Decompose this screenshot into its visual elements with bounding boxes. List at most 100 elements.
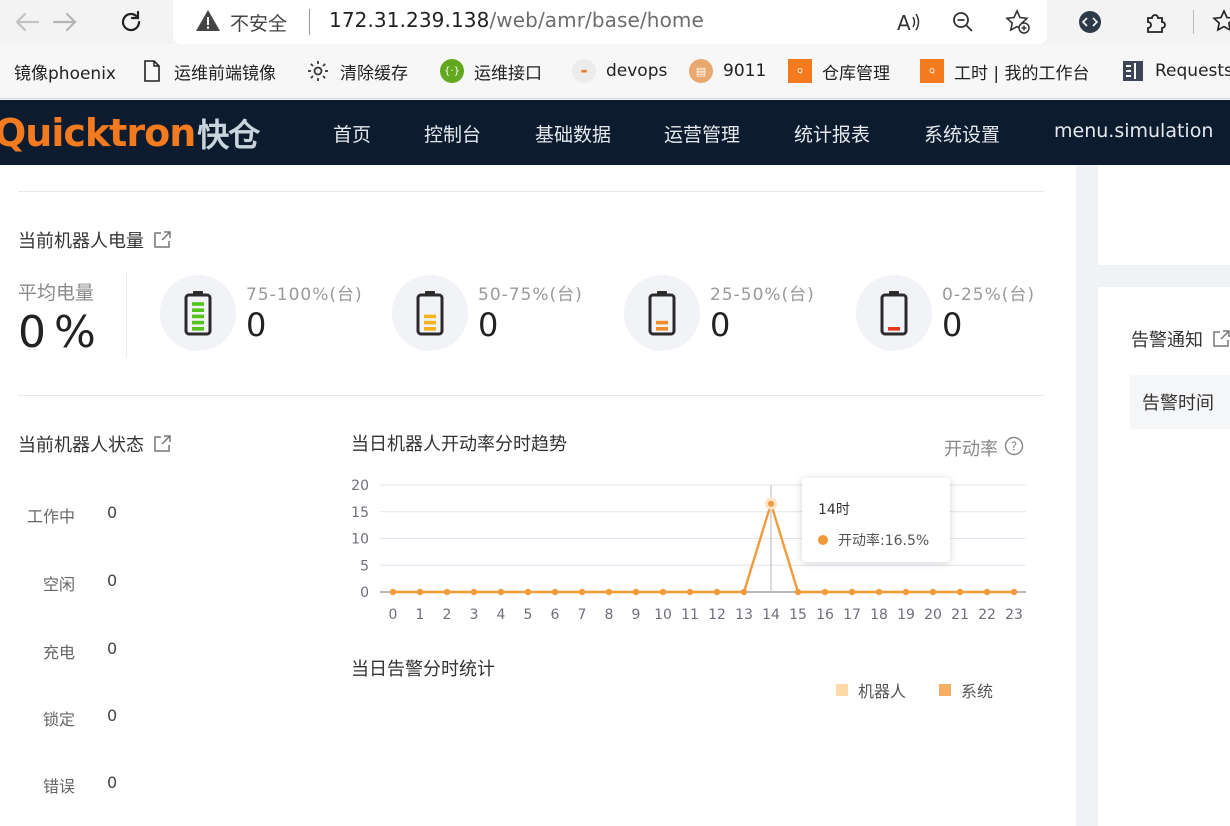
quicktron-icon: Q (788, 59, 812, 83)
back-icon[interactable] (10, 6, 44, 38)
menu-simulation[interactable]: menu.simulation (1054, 120, 1213, 142)
zoom-icon[interactable] (949, 8, 977, 36)
quicktron-icon: Q (920, 59, 944, 83)
bookmark-item[interactable]: Q 仓库管理 (788, 58, 890, 84)
status-value-locked: 0 (107, 706, 118, 725)
extensions-icon[interactable] (1141, 7, 1171, 37)
refresh-icon[interactable] (114, 6, 148, 38)
trend-metric-label: 开动率 (944, 439, 998, 460)
requests-icon (1121, 59, 1145, 83)
battery-section-title: 当前机器人电量 (18, 227, 172, 253)
menu-operations[interactable]: 运营管理 (664, 120, 740, 147)
trend-metric: 开动率 ? (944, 435, 1024, 461)
logo-text: Quicktron (0, 111, 196, 155)
legend-robot[interactable]: 机器人 (836, 678, 906, 702)
robot-status-title-text: 当前机器人状态 (18, 435, 144, 456)
legend-swatch-robot (836, 684, 848, 696)
status-label-charging: 充电 (42, 643, 75, 662)
address-bar[interactable]: 不安全 172.31.239.138/web/amr/base/home A (173, 0, 1047, 44)
menu-home[interactable]: 首页 (333, 120, 371, 147)
battery-icon-circle (160, 275, 236, 351)
bookmark-label: devops (606, 61, 668, 81)
menu-console[interactable]: 控制台 (424, 120, 481, 147)
url-path: /web/amr/base/home (489, 8, 704, 32)
svg-text:A: A (897, 11, 911, 33)
legend-system[interactable]: 系统 (939, 678, 993, 702)
avg-battery-label: 平均电量 (18, 282, 95, 304)
security-label[interactable]: 不安全 (230, 9, 287, 36)
status-label-error: 错误 (42, 777, 75, 796)
bookmark-item[interactable]: ▬ devops (572, 58, 667, 84)
bookmark-item[interactable]: ▤ 9011 (689, 58, 766, 84)
bookmark-item[interactable]: {·} 运维接口 (440, 58, 542, 84)
devtools-extension-icon[interactable] (1075, 7, 1105, 37)
tooltip-series-dot (818, 535, 828, 545)
battery-range-label: 50-75%(台) (478, 285, 583, 305)
battery-icon-circle (624, 275, 700, 351)
svg-text:?: ? (1011, 439, 1017, 453)
battery-range-label: 0-25%(台) (942, 285, 1035, 305)
battery-count: 0 (710, 306, 731, 344)
status-label-locked: 锁定 (42, 710, 75, 729)
bookmark-item[interactable]: 清除缓存 (306, 58, 408, 84)
legend-label-system: 系统 (961, 682, 994, 701)
divider (18, 395, 1044, 396)
battery-count: 0 (478, 306, 499, 344)
external-link-icon[interactable] (1211, 329, 1230, 349)
toolbar-divider (1193, 10, 1194, 34)
bookmark-label: 运维接口 (474, 63, 542, 84)
favorites-icon[interactable] (1210, 7, 1230, 37)
right-card-top (1098, 165, 1230, 265)
file-icon (140, 59, 164, 83)
bookmark-label: 清除缓存 (340, 63, 408, 84)
battery-range-label: 25-50%(台) (710, 285, 815, 305)
gear-icon (306, 59, 330, 83)
tooltip-title: 14时 (818, 502, 850, 518)
forward-icon[interactable] (48, 6, 82, 38)
bookmark-label: 工时 | 我的工作台 (954, 63, 1090, 84)
battery-range-label: 75-100%(台) (246, 285, 363, 305)
app-header: Quicktron快仓 首页 控制台 基础数据 运营管理 统计报表 系统设置 m… (0, 100, 1230, 165)
battery-count: 0 (246, 306, 267, 344)
menu-settings[interactable]: 系统设置 (924, 120, 1000, 147)
battery-icon-circle (856, 275, 932, 351)
status-value-idle: 0 (107, 571, 118, 590)
avg-separator (126, 272, 127, 358)
avg-battery-value: 0% (18, 307, 96, 358)
bookmarks-bar: 镜像phoenix 运维前端镜像 清除缓存 {·} 运维接口 ▬ devops … (0, 44, 1230, 99)
battery-icon-circle (392, 275, 468, 351)
external-link-icon[interactable] (152, 434, 172, 454)
bookmark-item[interactable]: Requests (1121, 58, 1230, 84)
status-value-working: 0 (107, 503, 118, 522)
url-text[interactable]: 172.31.239.138/web/amr/base/home (329, 8, 704, 32)
read-aloud-icon[interactable]: A (895, 8, 923, 36)
bookmark-label: 镜像phoenix (14, 63, 116, 84)
bookmark-item[interactable]: 镜像phoenix (14, 58, 116, 84)
avg-battery-unit: % (54, 307, 96, 358)
logo-cn: 快仓 (197, 116, 260, 154)
tooltip-text: 开动率:16.5% (838, 533, 930, 549)
external-link-icon[interactable] (152, 230, 172, 250)
favorite-add-icon[interactable] (1004, 8, 1032, 36)
bookmark-label: 运维前端镜像 (174, 63, 276, 84)
help-icon[interactable]: ? (1004, 436, 1024, 461)
url-host: 172.31.239.138 (329, 8, 490, 32)
address-separator (309, 9, 310, 35)
battery-icon (648, 291, 676, 336)
warning-icon[interactable] (195, 8, 221, 34)
alarm-notice-title: 告警通知 (1131, 326, 1230, 352)
bookmark-item[interactable]: 运维前端镜像 (140, 58, 276, 84)
devops-icon: ▬ (572, 59, 596, 83)
status-label-idle: 空闲 (42, 575, 75, 594)
robot-status-title: 当前机器人状态 (18, 431, 172, 457)
bookmark-item[interactable]: Q 工时 | 我的工作台 (920, 58, 1090, 84)
alarm-notice-title-text: 告警通知 (1131, 330, 1203, 351)
legend-swatch-system (939, 684, 951, 696)
logo[interactable]: Quicktron快仓 (0, 110, 260, 156)
battery-count: 0 (942, 306, 963, 344)
browser-toolbar: 不安全 172.31.239.138/web/amr/base/home A (0, 0, 1230, 44)
battery-icon (880, 291, 908, 336)
status-value-charging: 0 (107, 639, 118, 658)
menu-base-data[interactable]: 基础数据 (535, 120, 611, 147)
menu-reports[interactable]: 统计报表 (794, 120, 870, 147)
